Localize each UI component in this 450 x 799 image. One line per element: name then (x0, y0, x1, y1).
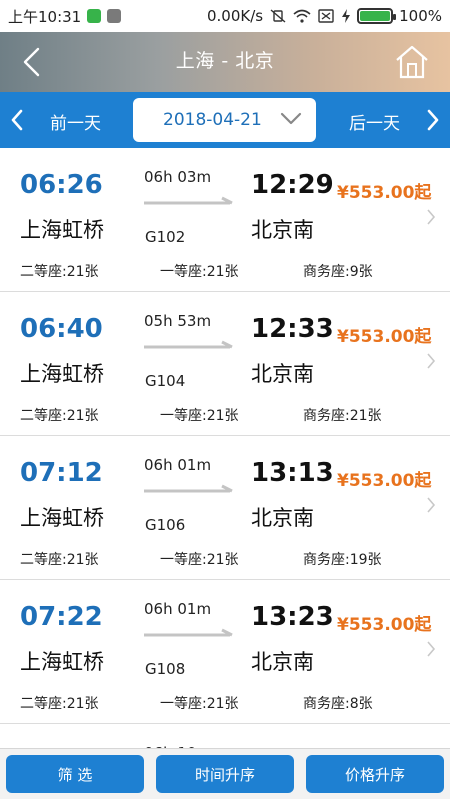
arrow-right-icon (144, 340, 233, 349)
status-time: 上午10:31 (8, 7, 82, 26)
vibrate-mute-icon (270, 9, 286, 23)
arrival-station: 北京南 (251, 362, 314, 386)
network-speed: 0.00K/s (207, 7, 264, 25)
departure-station: 上海虹桥 (20, 218, 104, 242)
second-class-seats: 二等座:21张 (20, 264, 99, 280)
chevron-right-icon (427, 641, 436, 657)
chevron-right-icon (427, 497, 436, 513)
trip-duration: 06h 01m (144, 600, 212, 618)
arrow-right-icon (144, 196, 233, 205)
departure-station: 上海虹桥 (20, 506, 104, 530)
departure-time: 06:26 (20, 170, 103, 200)
second-class-seats: 二等座:21张 (20, 552, 99, 568)
chevron-left-icon[interactable] (10, 109, 24, 131)
prev-day-button[interactable]: 前一天 (50, 109, 101, 134)
bottom-action-bar: 筛 选 时间升序 价格升序 (0, 748, 450, 799)
departure-time: 07:22 (20, 602, 103, 632)
wechat-notification-icon (87, 9, 102, 23)
train-list-item[interactable]: 07:22 06h 01m G108 13:23 ¥553.00起 上海虹桥 北… (0, 580, 450, 724)
business-class-seats: 商务座:21张 (303, 408, 382, 424)
chevron-down-icon (280, 112, 302, 125)
no-sim-icon (318, 9, 334, 23)
arrival-time: 12:29 (251, 170, 334, 200)
ticket-price: ¥553.00起 (337, 183, 432, 203)
first-class-seats: 一等座:21张 (160, 696, 239, 712)
train-number: G104 (145, 372, 186, 390)
ticket-price: ¥553.00起 (337, 327, 432, 347)
arrival-station: 北京南 (251, 650, 314, 674)
train-number: G102 (145, 228, 186, 246)
business-class-seats: 商务座:19张 (303, 552, 382, 568)
arrival-station: 北京南 (251, 506, 314, 530)
battery-percent: 100% (399, 7, 442, 25)
date-bar: 前一天 2018-04-21 后一天 (0, 92, 450, 148)
departure-time: 06:40 (20, 314, 103, 344)
business-class-seats: 商务座:8张 (303, 696, 373, 712)
sort-by-price-button[interactable]: 价格升序 (306, 755, 444, 793)
arrival-station: 北京南 (251, 218, 314, 242)
arrival-time: 12:33 (251, 314, 334, 344)
chevron-right-icon (427, 209, 436, 225)
train-list-item[interactable]: 06:40 05h 53m G104 12:33 ¥553.00起 上海虹桥 北… (0, 292, 450, 436)
second-class-seats: 二等座:21张 (20, 696, 99, 712)
message-notification-icon (107, 9, 122, 23)
arrow-right-icon (144, 484, 233, 493)
train-number: G108 (145, 660, 186, 678)
selected-date: 2018-04-21 (163, 110, 262, 130)
train-list: 06:26 06h 03m G102 12:29 ¥553.00起 上海虹桥 北… (0, 148, 450, 724)
filter-button[interactable]: 筛 选 (6, 755, 144, 793)
departure-station: 上海虹桥 (20, 650, 104, 674)
page-title: 上海 - 北京 (175, 50, 275, 72)
business-class-seats: 商务座:9张 (303, 264, 373, 280)
ticket-price: ¥553.00起 (337, 471, 432, 491)
departure-station: 上海虹桥 (20, 362, 104, 386)
first-class-seats: 一等座:21张 (160, 552, 239, 568)
charging-icon (342, 9, 351, 23)
arrival-time: 13:23 (251, 602, 334, 632)
arrival-time: 13:13 (251, 458, 334, 488)
first-class-seats: 一等座:21张 (160, 264, 239, 280)
first-class-seats: 一等座:21张 (160, 408, 239, 424)
train-number: G106 (145, 516, 186, 534)
ticket-price: ¥553.00起 (337, 615, 432, 635)
trip-duration: 06h 03m (144, 168, 212, 186)
train-list-item[interactable]: 06:26 06h 03m G102 12:29 ¥553.00起 上海虹桥 北… (0, 148, 450, 292)
app-header: 上海 - 北京 (0, 32, 450, 92)
date-selector[interactable]: 2018-04-21 (133, 98, 316, 142)
wifi-icon (293, 9, 311, 23)
next-day-button[interactable]: 后一天 (349, 109, 400, 134)
home-icon[interactable] (394, 44, 430, 80)
departure-time: 07:12 (20, 458, 103, 488)
chevron-right-icon (427, 353, 436, 369)
trip-duration: 05h 53m (144, 312, 212, 330)
train-list-item[interactable]: 07:12 06h 01m G106 13:13 ¥553.00起 上海虹桥 北… (0, 436, 450, 580)
trip-duration: 06h 01m (144, 456, 212, 474)
chevron-right-icon[interactable] (426, 109, 440, 131)
arrow-right-icon (144, 628, 233, 637)
battery-icon (357, 8, 397, 24)
status-bar: 上午10:31 0.00K/s 100% (0, 0, 450, 32)
second-class-seats: 二等座:21张 (20, 408, 99, 424)
sort-by-time-button[interactable]: 时间升序 (156, 755, 294, 793)
